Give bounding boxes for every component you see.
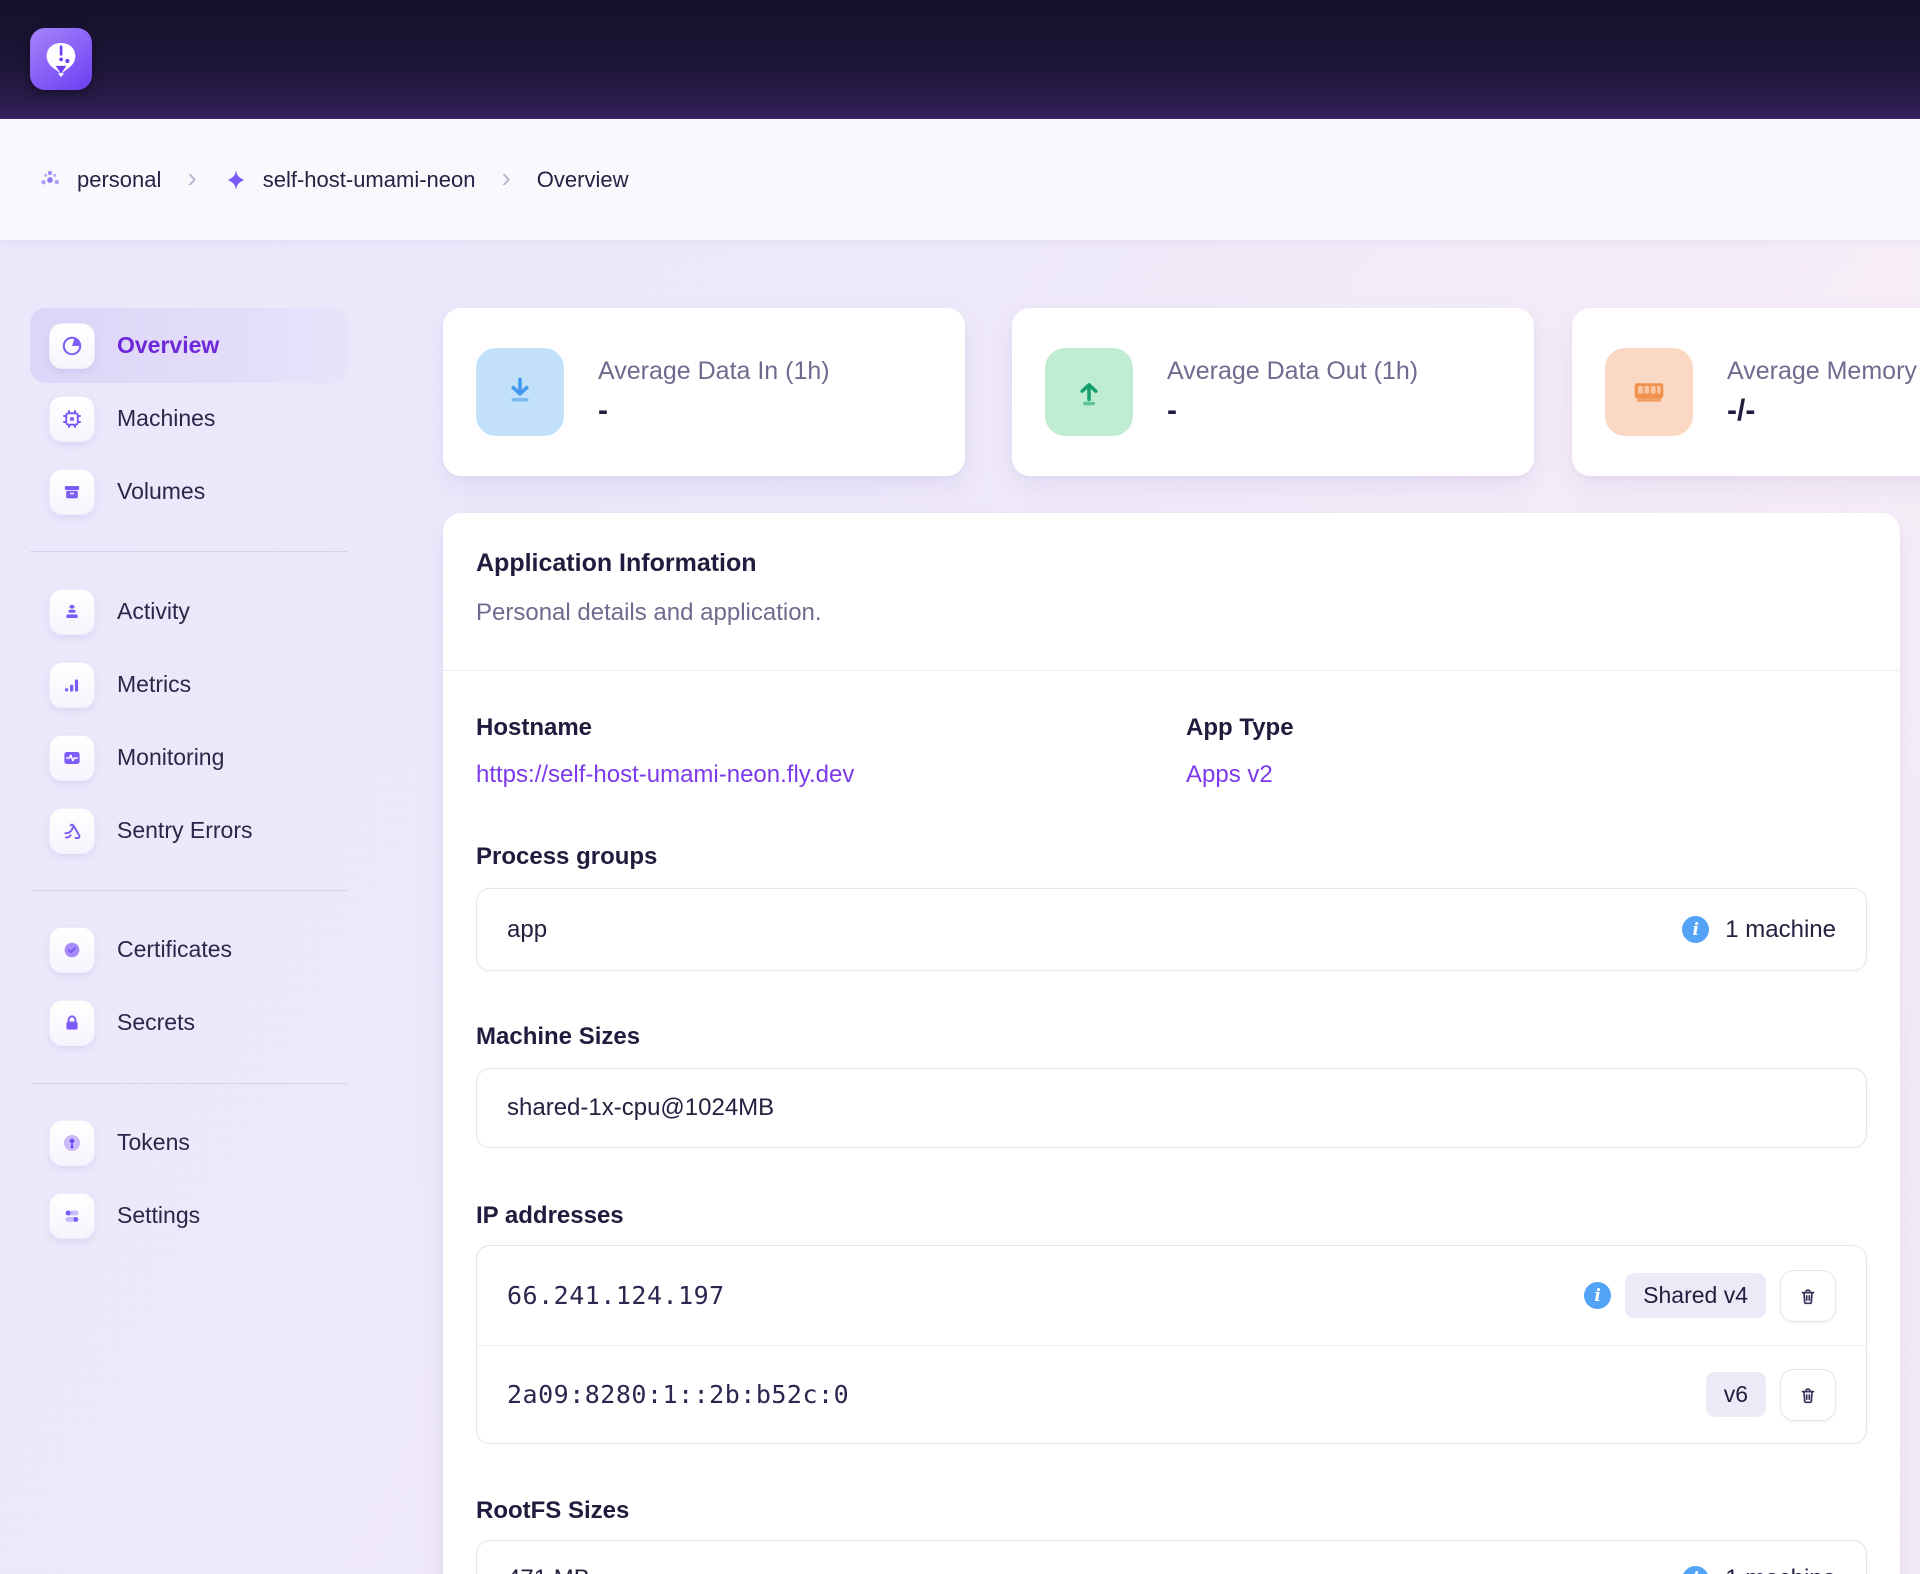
app-type-link[interactable]: Apps v2 [1186, 759, 1273, 791]
storage-box-icon [49, 469, 95, 515]
sidebar-item-label: Monitoring [117, 744, 224, 771]
hostname-link[interactable]: https://self-host-umami-neon.fly.dev [476, 759, 854, 791]
sentry-logo-icon [49, 808, 95, 854]
application-information-card: Application Information Personal details… [443, 513, 1900, 1574]
sidebar-item-sentry-errors[interactable]: Sentry Errors [30, 793, 348, 868]
bar-chart-icon [49, 662, 95, 708]
machine-size-row: shared-1x-cpu@1024MB [476, 1068, 1867, 1148]
balloon-icon [39, 37, 83, 81]
machine-count: 1 machine [1725, 916, 1836, 944]
chevron-right-icon: › [501, 164, 510, 192]
sidebar-item-machines[interactable]: Machines [30, 381, 348, 456]
app-type-label: App Type [1186, 712, 1294, 744]
sidebar-item-tokens[interactable]: Tokens [30, 1105, 348, 1180]
padlock-icon [49, 1000, 95, 1046]
fly-logo[interactable] [30, 28, 92, 90]
sidebar-item-label: Sentry Errors [117, 817, 252, 844]
badge-check-icon [49, 927, 95, 973]
sidebar-item-metrics[interactable]: Metrics [30, 647, 348, 722]
sidebar-item-secrets[interactable]: Secrets [30, 985, 348, 1060]
sidebar-item-label: Tokens [117, 1129, 190, 1156]
pie-chart-icon [49, 323, 95, 369]
monitor-pulse-icon [49, 735, 95, 781]
sidebar-item-label: Volumes [117, 478, 205, 505]
sidebar-item-label: Settings [117, 1202, 200, 1229]
stat-value: - [598, 394, 830, 428]
machine-sizes-label: Machine Sizes [476, 1021, 640, 1053]
stat-card-data-out: Average Data Out (1h) - [1012, 308, 1534, 476]
info-icon[interactable]: i [1584, 1282, 1611, 1309]
ip-row: 66.241.124.197 i Shared v4 [477, 1246, 1866, 1345]
sidebar-divider [30, 890, 348, 891]
breadcrumb-org[interactable]: personal [77, 167, 161, 193]
rootfs-sizes-label: RootFS Sizes [476, 1495, 629, 1527]
ip-type-badge: v6 [1706, 1372, 1766, 1417]
breadcrumb-page[interactable]: Overview [537, 167, 629, 193]
activity-stack-icon [49, 589, 95, 635]
card-subtitle: Personal details and application. [476, 599, 822, 627]
breadcrumb: personal › self-host-umami-neon › Overvi… [0, 119, 1920, 240]
breadcrumb-app[interactable]: self-host-umami-neon [263, 167, 476, 193]
sidebar-item-label: Certificates [117, 936, 232, 963]
top-nav-bar [0, 0, 1920, 119]
stat-value: -/- [1727, 394, 1917, 428]
delete-ip-button[interactable] [1780, 1369, 1836, 1421]
cpu-chip-icon [49, 396, 95, 442]
process-group-name: app [507, 916, 547, 944]
sidebar-divider [30, 1083, 348, 1084]
trash-icon [1796, 1284, 1820, 1308]
row-divider [477, 1345, 1866, 1346]
ip-type-badge: Shared v4 [1625, 1273, 1766, 1318]
ip-addresses-label: IP addresses [476, 1200, 624, 1232]
sidebar-item-certificates[interactable]: Certificates [30, 912, 348, 987]
stat-title: Average Data In (1h) [598, 357, 830, 386]
sidebar-item-label: Secrets [117, 1009, 195, 1036]
ip-addresses-box: 66.241.124.197 i Shared v4 2a09:8280:1::… [476, 1245, 1867, 1444]
info-icon[interactable]: i [1682, 916, 1709, 943]
sidebar-item-overview[interactable]: Overview [30, 308, 348, 383]
sidebar-item-settings[interactable]: Settings [30, 1178, 348, 1253]
sidebar-item-volumes[interactable]: Volumes [30, 454, 348, 529]
stat-card-memory: Average Memory -/- [1572, 308, 1920, 476]
delete-ip-button[interactable] [1780, 1270, 1836, 1322]
toggles-icon [49, 1193, 95, 1239]
stat-card-data-in: Average Data In (1h) - [443, 308, 965, 476]
upload-arrow-icon [1045, 348, 1133, 436]
memory-ram-icon [1605, 348, 1693, 436]
sidebar-item-label: Machines [117, 405, 215, 432]
rootfs-row: 471 MB i 1 machine [476, 1540, 1867, 1574]
trash-icon [1796, 1383, 1820, 1407]
sparkle-icon [223, 167, 249, 193]
process-group-row: app i 1 machine [476, 888, 1867, 971]
hostname-label: Hostname [476, 712, 592, 744]
sidebar-item-monitoring[interactable]: Monitoring [30, 720, 348, 795]
download-arrow-icon [476, 348, 564, 436]
keyhole-icon [49, 1120, 95, 1166]
info-icon[interactable]: i [1682, 1566, 1709, 1574]
stat-value: - [1167, 394, 1418, 428]
chevron-right-icon: › [187, 164, 196, 192]
card-divider [443, 670, 1900, 671]
ip-address: 66.241.124.197 [507, 1281, 725, 1310]
cluster-dots-icon [37, 167, 63, 193]
process-groups-label: Process groups [476, 841, 657, 873]
ip-row: 2a09:8280:1::2b:b52c:0 v6 [477, 1345, 1866, 1444]
machine-count: 1 machine [1725, 1565, 1836, 1574]
stat-title: Average Data Out (1h) [1167, 357, 1418, 386]
machine-size-value: shared-1x-cpu@1024MB [507, 1094, 774, 1122]
sidebar-item-activity[interactable]: Activity [30, 574, 348, 649]
sidebar-divider [30, 551, 348, 552]
stat-title: Average Memory [1727, 357, 1917, 386]
sidebar-item-label: Metrics [117, 671, 191, 698]
sidebar-item-label: Activity [117, 598, 190, 625]
ip-address: 2a09:8280:1::2b:b52c:0 [507, 1380, 849, 1409]
card-title: Application Information [476, 549, 757, 578]
rootfs-size: 471 MB [507, 1565, 590, 1574]
sidebar-item-label: Overview [117, 332, 219, 359]
